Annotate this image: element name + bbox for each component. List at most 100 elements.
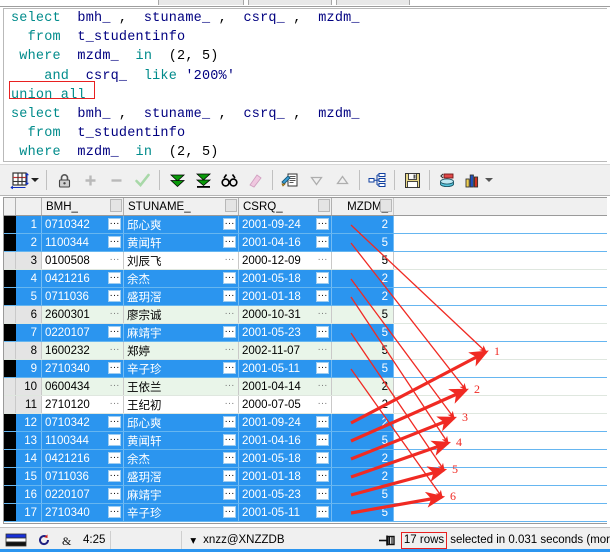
cell-mzdm[interactable]: 2 xyxy=(332,216,394,233)
cell-expand-icon[interactable]: ··· xyxy=(223,344,236,356)
grid-layout-dropdown[interactable] xyxy=(31,178,39,182)
cell-expand-icon[interactable]: ··· xyxy=(316,380,329,392)
cell-expand-icon[interactable]: ··· xyxy=(223,416,236,428)
cell-mzdm[interactable]: 5 xyxy=(332,306,394,323)
cell-stuname[interactable]: 邱心爽··· xyxy=(124,216,239,233)
column-resize-grip-stuname[interactable] xyxy=(225,199,237,212)
find-icon[interactable] xyxy=(217,168,241,192)
cell-expand-icon[interactable]: ··· xyxy=(316,506,329,518)
cell-stuname[interactable]: 辛子珍··· xyxy=(124,360,239,377)
row-indicator[interactable] xyxy=(4,414,16,431)
cell-bmh[interactable]: 2710120··· xyxy=(42,396,124,413)
row-number[interactable]: 3 xyxy=(16,252,42,269)
cell-mzdm[interactable]: 2 xyxy=(332,288,394,305)
cell-expand-icon[interactable]: ··· xyxy=(223,326,236,338)
cell-expand-icon[interactable]: ··· xyxy=(223,218,236,230)
cell-expand-icon[interactable]: ··· xyxy=(223,506,236,518)
cell-csrq[interactable]: 2001-05-23··· xyxy=(239,324,332,341)
tab-stub-2[interactable] xyxy=(248,0,332,5)
table-row[interactable]: 30100508···刘辰飞···2000-12-09···5 xyxy=(4,252,607,270)
cell-expand-icon[interactable]: ··· xyxy=(316,470,329,482)
cell-expand-icon[interactable]: ··· xyxy=(223,398,236,410)
cell-bmh[interactable]: 0600434··· xyxy=(42,378,124,395)
cell-stuname[interactable]: 王依兰··· xyxy=(124,378,239,395)
cell-expand-icon[interactable]: ··· xyxy=(316,398,329,410)
cell-stuname[interactable]: 麻靖宇··· xyxy=(124,486,239,503)
cell-csrq[interactable]: 2001-04-16··· xyxy=(239,432,332,449)
cell-expand-icon[interactable]: ··· xyxy=(223,362,236,374)
chart-icon[interactable] xyxy=(461,168,485,192)
cell-mzdm[interactable]: 5 xyxy=(332,234,394,251)
copy-data-icon[interactable] xyxy=(278,168,302,192)
cell-stuname[interactable]: 王纪初··· xyxy=(124,396,239,413)
row-number[interactable]: 7 xyxy=(16,324,42,341)
row-indicator[interactable] xyxy=(4,486,16,503)
cell-stuname[interactable]: 黄闻轩··· xyxy=(124,234,239,251)
grid-body[interactable]: 10710342···邱心爽···2001-09-24···221100344·… xyxy=(4,216,607,523)
fetch-next-button[interactable] xyxy=(165,168,189,192)
row-indicator[interactable] xyxy=(4,252,16,269)
session-icon[interactable]: & xyxy=(56,531,78,550)
cell-expand-icon[interactable]: ··· xyxy=(223,290,236,302)
column-resize-grip-csrq[interactable] xyxy=(318,199,330,212)
cell-stuname[interactable]: 廖宗诚··· xyxy=(124,306,239,323)
cell-expand-icon[interactable]: ··· xyxy=(223,380,236,392)
post-record-button[interactable] xyxy=(130,168,154,192)
cell-bmh[interactable]: 0711036··· xyxy=(42,468,124,485)
cell-csrq[interactable]: 2001-01-18··· xyxy=(239,288,332,305)
cell-expand-icon[interactable]: ··· xyxy=(223,236,236,248)
cell-bmh[interactable]: 0421216··· xyxy=(42,270,124,287)
cell-mzdm[interactable]: 5 xyxy=(332,360,394,377)
cell-stuname[interactable]: 盛玥滘··· xyxy=(124,288,239,305)
cell-mzdm[interactable]: 5 xyxy=(332,252,394,269)
row-indicator[interactable] xyxy=(4,396,16,413)
row-number[interactable]: 11 xyxy=(16,396,42,413)
cell-expand-icon[interactable]: ··· xyxy=(316,272,329,284)
row-indicator[interactable] xyxy=(4,288,16,305)
refresh-icon[interactable] xyxy=(32,531,56,550)
row-number[interactable]: 13 xyxy=(16,432,42,449)
cell-bmh[interactable]: 0100508··· xyxy=(42,252,124,269)
row-number[interactable]: 14 xyxy=(16,450,42,467)
cell-bmh[interactable]: 1100344··· xyxy=(42,234,124,251)
cell-expand-icon[interactable]: ··· xyxy=(316,344,329,356)
cell-bmh[interactable]: 1600232··· xyxy=(42,342,124,359)
cell-expand-icon[interactable]: ··· xyxy=(223,254,236,266)
cell-bmh[interactable]: 0710342··· xyxy=(42,414,124,431)
cell-stuname[interactable]: 刘辰飞··· xyxy=(124,252,239,269)
cell-mzdm[interactable]: 5 xyxy=(332,432,394,449)
cell-bmh[interactable]: 0220107··· xyxy=(42,324,124,341)
table-row[interactable]: 140421216···余杰···2001-05-18···2 xyxy=(4,450,607,468)
row-number[interactable]: 1 xyxy=(16,216,42,233)
status-layout-icon[interactable] xyxy=(0,531,32,550)
cell-expand-icon[interactable]: ··· xyxy=(108,362,121,374)
cell-expand-icon[interactable]: ··· xyxy=(108,218,121,230)
table-row[interactable]: 160220107···麻靖宇···2001-05-23···5 xyxy=(4,486,607,504)
table-row[interactable]: 131100344···黄闻轩···2001-04-16···5 xyxy=(4,432,607,450)
cell-expand-icon[interactable]: ··· xyxy=(223,308,236,320)
cell-mzdm[interactable]: 2 xyxy=(332,378,394,395)
table-row[interactable]: 100600434···王依兰···2001-04-14···2 xyxy=(4,378,607,396)
cell-expand-icon[interactable]: ··· xyxy=(108,326,121,338)
row-indicator[interactable] xyxy=(4,450,16,467)
cell-csrq[interactable]: 2001-09-24··· xyxy=(239,216,332,233)
table-row[interactable]: 21100344···黄闻轩···2001-04-16···5 xyxy=(4,234,607,252)
grid-layout-button[interactable] xyxy=(7,168,31,192)
table-row[interactable]: 172710340···辛子珍···2001-05-11···5 xyxy=(4,504,607,522)
cell-expand-icon[interactable]: ··· xyxy=(108,488,121,500)
chart-dropdown[interactable] xyxy=(485,178,493,182)
cell-expand-icon[interactable]: ··· xyxy=(316,434,329,446)
cell-csrq[interactable]: 2001-05-18··· xyxy=(239,450,332,467)
cell-mzdm[interactable]: 2 xyxy=(332,450,394,467)
tab-stub-1[interactable] xyxy=(158,0,244,5)
cell-expand-icon[interactable]: ··· xyxy=(108,470,121,482)
row-number[interactable]: 10 xyxy=(16,378,42,395)
row-number[interactable]: 4 xyxy=(16,270,42,287)
cell-bmh[interactable]: 2710340··· xyxy=(42,360,124,377)
cell-bmh[interactable]: 1100344··· xyxy=(42,432,124,449)
table-row[interactable]: 70220107···麻靖宇···2001-05-23···5 xyxy=(4,324,607,342)
cell-expand-icon[interactable]: ··· xyxy=(108,416,121,428)
row-number[interactable]: 6 xyxy=(16,306,42,323)
row-indicator[interactable] xyxy=(4,234,16,251)
row-number[interactable]: 16 xyxy=(16,486,42,503)
